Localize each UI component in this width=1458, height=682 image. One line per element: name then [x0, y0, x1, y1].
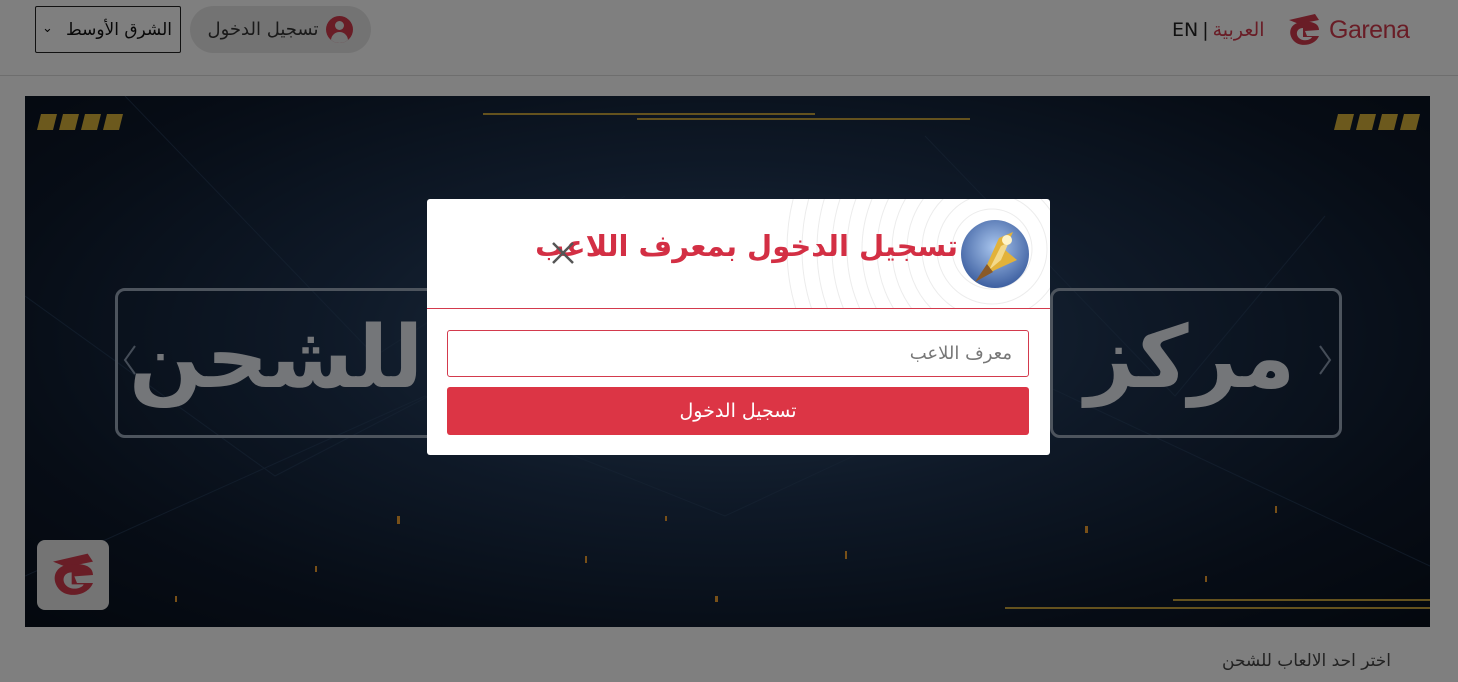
player-id-input[interactable]: [447, 330, 1029, 377]
close-icon[interactable]: [549, 239, 577, 267]
modal-header: تسجيل الدخول بمعرف اللاعب: [427, 199, 1050, 309]
player-avatar: [961, 220, 1029, 288]
player-login-submit-button[interactable]: تسجيل الدخول: [447, 387, 1029, 435]
player-login-modal: تسجيل الدخول بمعرف اللاعب تسجيل الدخول: [427, 199, 1050, 455]
modal-title: تسجيل الدخول بمعرف اللاعب: [535, 229, 958, 263]
